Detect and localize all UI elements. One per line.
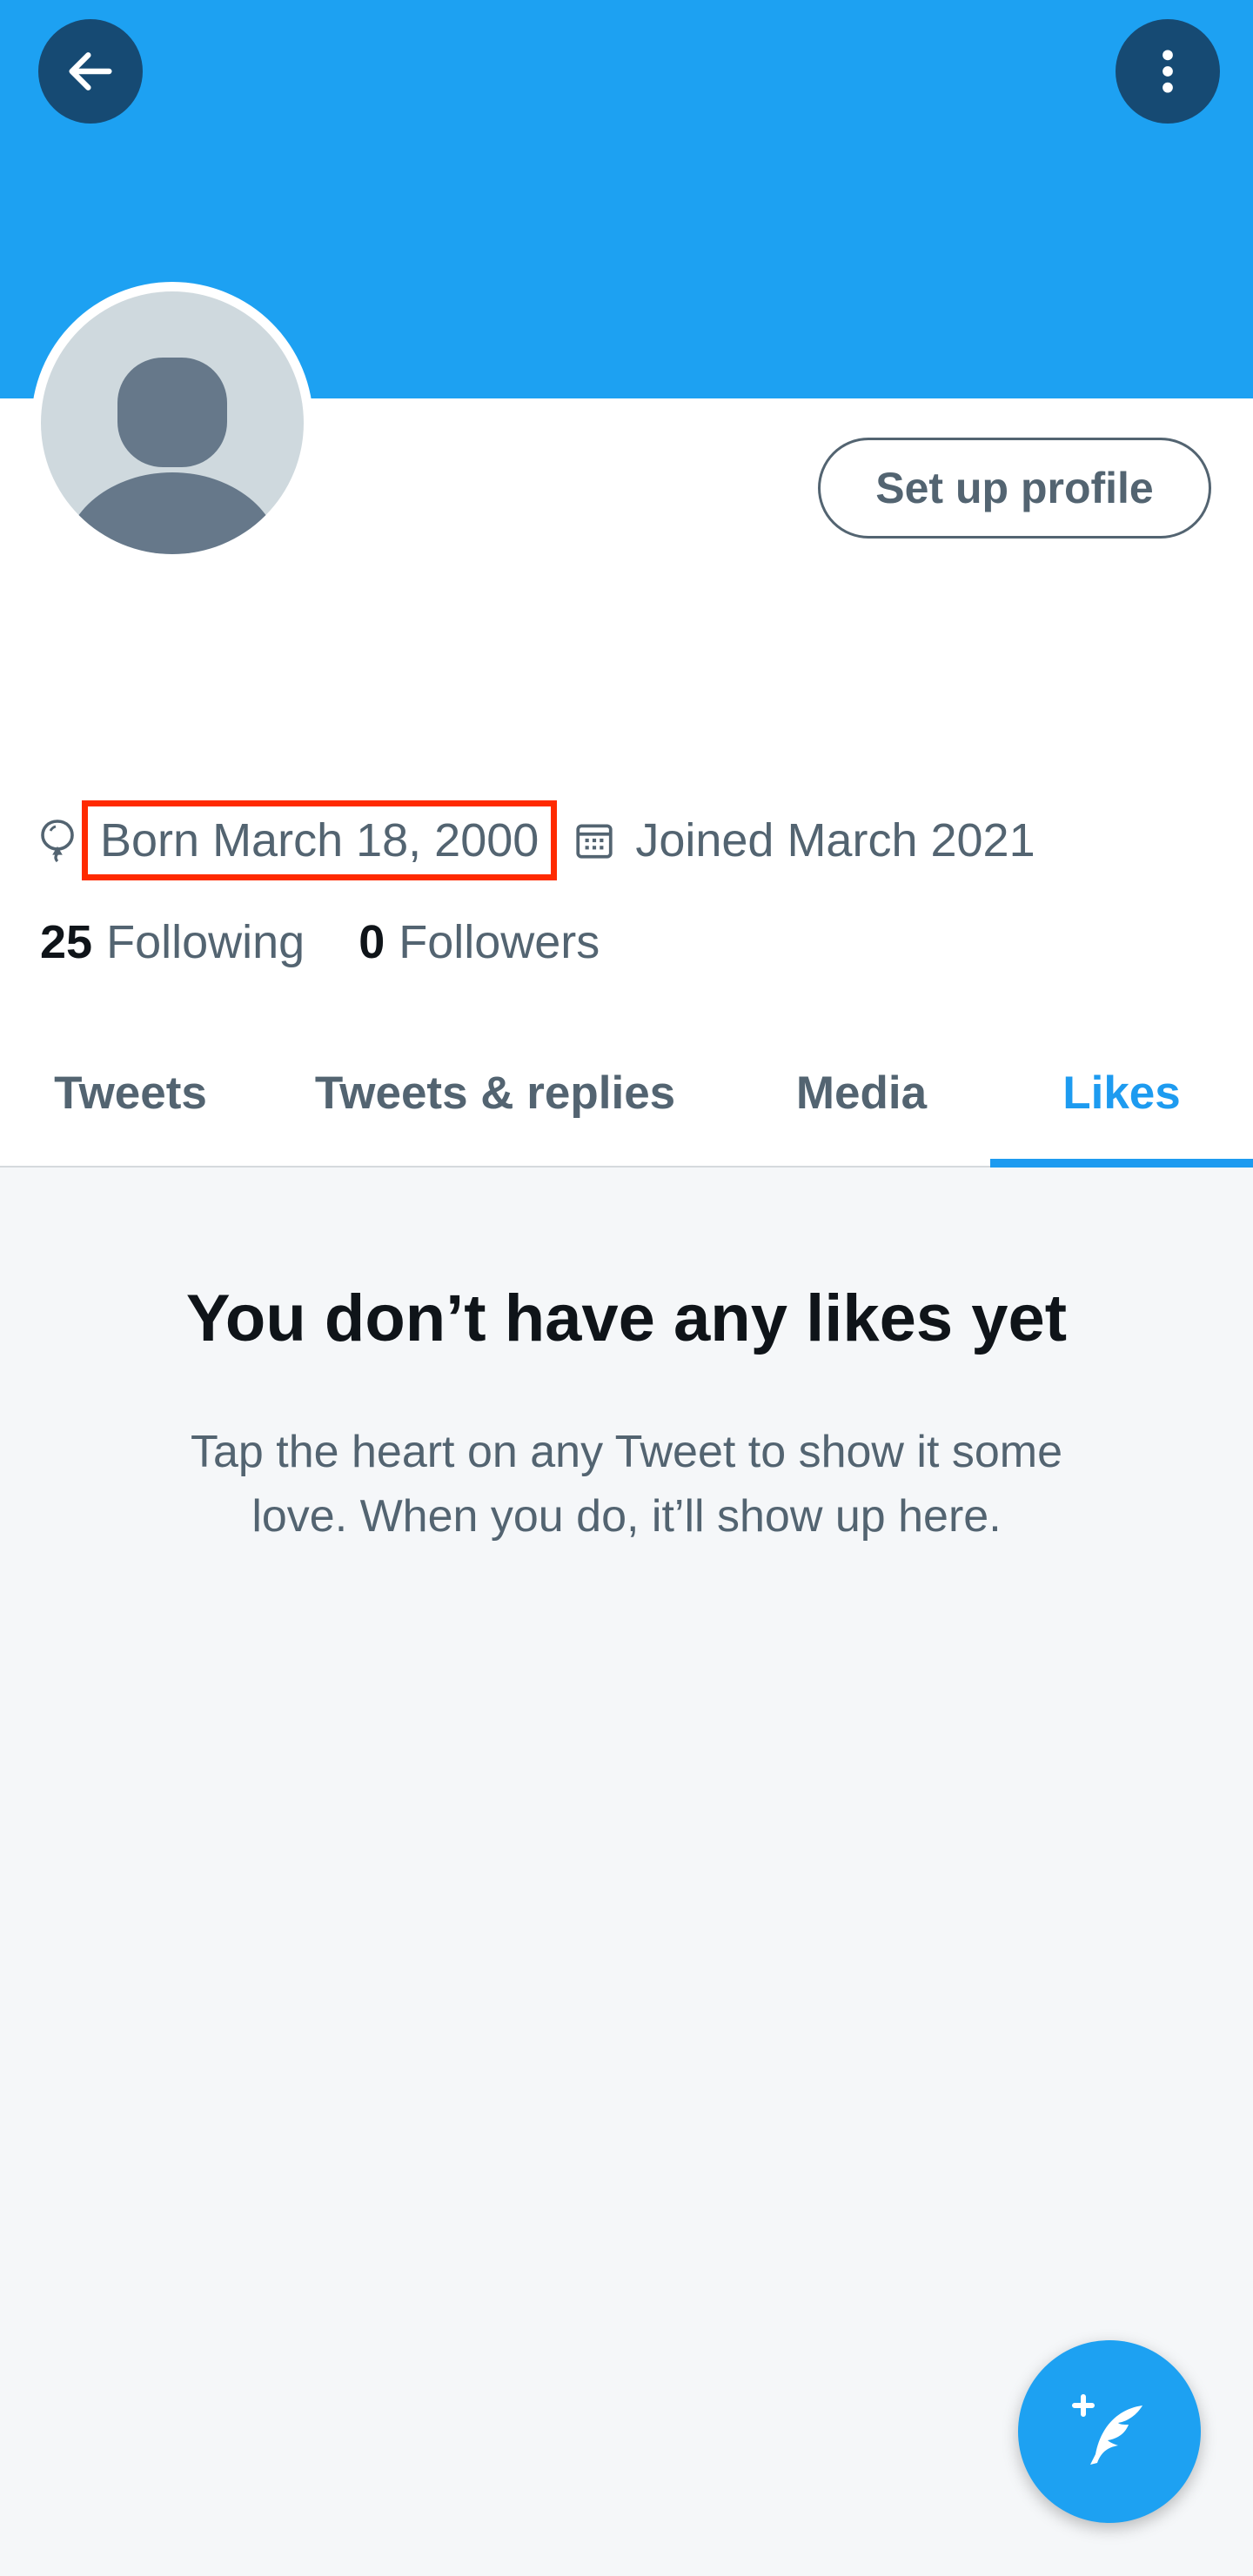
empty-state-line-1: Tap the heart on any Tweet to show it so… — [190, 1427, 1063, 1477]
arrow-left-icon — [69, 52, 112, 90]
empty-state-description: Tap the heart on any Tweet to show it so… — [148, 1420, 1105, 1549]
avatar[interactable] — [41, 291, 304, 554]
back-button[interactable] — [38, 19, 143, 124]
set-up-profile-button[interactable]: Set up profile — [818, 438, 1211, 539]
compose-tweet-icon — [1072, 2394, 1142, 2465]
following-count: 25 — [40, 916, 93, 968]
profile-tabs: Tweets Tweets & replies Media Likes — [0, 1020, 1253, 1168]
default-avatar-icon — [64, 358, 281, 554]
balloon-icon — [38, 818, 77, 863]
follow-stats: 25 Following 0 Followers — [40, 912, 600, 973]
tab-tweets[interactable]: Tweets — [0, 1020, 261, 1166]
active-tab-indicator — [990, 1159, 1253, 1168]
followers-label: Followers — [399, 916, 600, 968]
joined-date: Joined March 2021 — [573, 813, 1035, 867]
birthdate-highlight-box: Born March 18, 2000 — [82, 800, 558, 880]
following-link[interactable]: 25 Following — [40, 915, 305, 969]
more-options-button[interactable] — [1116, 19, 1220, 124]
following-label: Following — [106, 916, 305, 968]
empty-state-line-2: love. When you do, it’ll show up here. — [251, 1491, 1002, 1542]
profile-avatar-frame — [31, 282, 313, 564]
compose-tweet-button[interactable] — [1018, 2340, 1201, 2523]
calendar-icon — [576, 824, 613, 859]
birthdate-text: Born March 18, 2000 — [100, 814, 539, 866]
tab-media[interactable]: Media — [757, 1020, 966, 1166]
more-vertical-icon — [1163, 50, 1173, 93]
followers-count: 0 — [358, 916, 385, 968]
profile-meta-row: Born March 18, 2000 Joined March 2021 — [38, 800, 1035, 880]
followers-link[interactable]: 0 Followers — [358, 915, 600, 969]
joined-text: Joined March 2021 — [635, 814, 1035, 866]
tab-likes[interactable]: Likes — [990, 1020, 1253, 1166]
tab-tweets-and-replies[interactable]: Tweets & replies — [287, 1020, 703, 1166]
empty-state-title: You don’t have any likes yet — [185, 1281, 1068, 1355]
